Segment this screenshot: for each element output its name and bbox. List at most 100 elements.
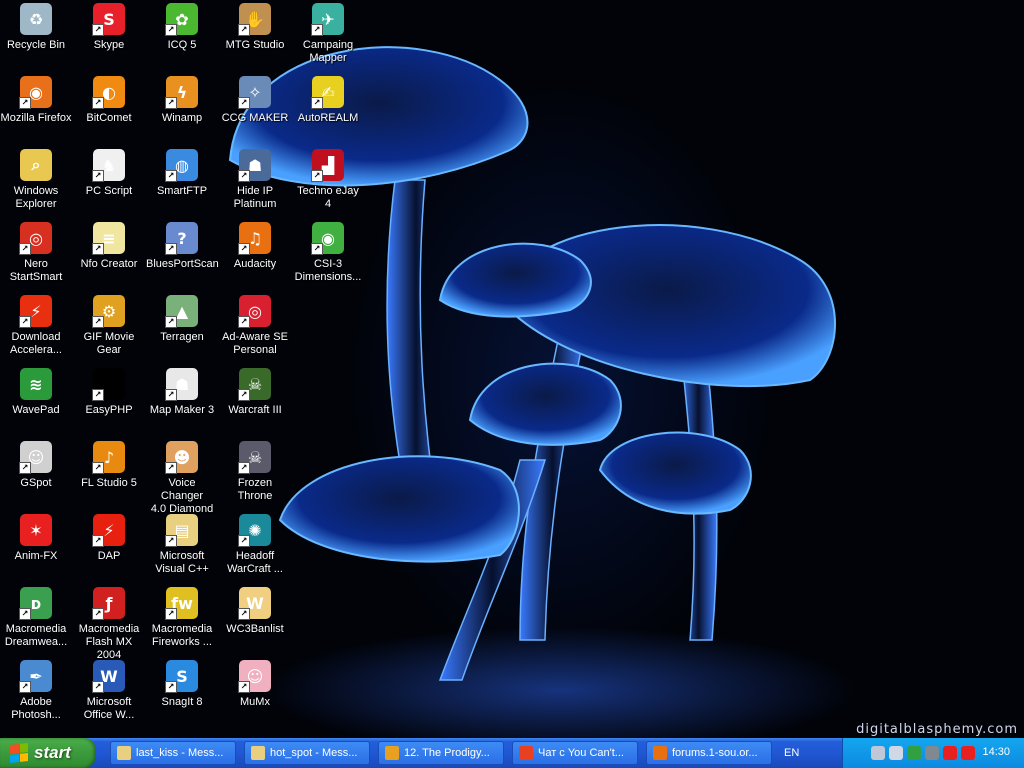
desktop-icon-microsoft-office-word[interactable]: W ↗ Microsoft Office W... <box>73 659 145 729</box>
desktop-icon-terragen[interactable]: ▲ ↗ Terragen <box>146 294 218 364</box>
recycle-bin-icon: ♻ <box>20 3 52 35</box>
taskbar-button-the-prodigy[interactable]: 12. The Prodigy... <box>378 741 504 765</box>
desktop[interactable]: ♻ Recycle Bin ◉ ↗ Mozilla Firefox ⌕ Windows Ex… <box>0 0 1024 738</box>
techno-ejay-4-glyph: ▟ <box>321 155 335 175</box>
desktop-icon-dap[interactable]: ⚡ ↗ DAP <box>73 513 145 583</box>
desktop-icon-label: CCG MAKER <box>221 112 289 124</box>
taskbar-button-last-kiss[interactable]: last_kiss - Mess... <box>110 741 236 765</box>
taskbar-button-label: hot_spot - Mess... <box>270 747 358 759</box>
desktop-icon-adobe-photoshop[interactable]: ✒ ↗ Adobe Photosh... <box>0 659 72 729</box>
desktop-icon-pc-script[interactable]: ♞ ↗ PC Script <box>73 148 145 218</box>
campaing-mapper-glyph: ✈ <box>321 9 335 29</box>
desktop-icon-mozilla-firefox[interactable]: ◉ ↗ Mozilla Firefox <box>0 75 72 145</box>
ccg-maker-glyph: ✧ <box>248 82 262 102</box>
shortcut-arrow-icon: ↗ <box>165 316 177 328</box>
desktop-icon-gif-movie-gear[interactable]: ⚙ ↗ GIF Movie Gear <box>73 294 145 364</box>
taskbar-button-forums[interactable]: forums.1-sou.or... <box>646 741 772 765</box>
desktop-icon-label: Microsoft Office W... <box>83 696 135 721</box>
desktop-icon-macromedia-dreamweaver[interactable]: ᴅ ↗ Macromedia Dreamwea... <box>0 586 72 656</box>
shortcut-arrow-icon: ↗ <box>19 243 31 255</box>
shortcut-arrow-icon: ↗ <box>92 462 104 474</box>
desktop-icon-fl-studio-5[interactable]: ♪ ↗ FL Studio 5 <box>73 440 145 510</box>
desktop-icon-label: SmartFTP <box>156 185 208 197</box>
voice-changer-icon: ☻ ↗ <box>165 441 198 474</box>
desktop-icon-recycle-bin[interactable]: ♻ Recycle Bin <box>0 2 72 72</box>
desktop-icon-label: Winamp <box>161 112 203 124</box>
shortcut-arrow-icon: ↗ <box>19 316 31 328</box>
taskbar-button-hot-spot[interactable]: hot_spot - Mess... <box>244 741 370 765</box>
windows-explorer-icon: ⌕ <box>20 149 52 181</box>
nero-startsmart-icon: ◎ ↗ <box>19 222 52 255</box>
start-button[interactable]: start <box>0 738 96 768</box>
taskbar: start last_kiss - Mess... hot_spot - Mess… <box>0 738 1024 768</box>
ccg-maker-icon: ✧ ↗ <box>238 76 271 109</box>
download-accelerator-glyph: ⚡ <box>30 301 42 321</box>
desktop-icon-wavepad[interactable]: ≋ WavePad <box>0 367 72 437</box>
desktop-icon-macromedia-flash[interactable]: ƒ ↗ Macromedia Flash MX 2004 <box>73 586 145 661</box>
desktop-icon-voice-changer[interactable]: ☻ ↗ Voice Changer 4.0 Diamond <box>146 440 218 515</box>
desktop-icon-frozen-throne[interactable]: ☠ ↗ Frozen Throne <box>219 440 291 510</box>
desktop-icon-label: BluesPortScan <box>146 258 219 270</box>
desktop-icon-audacity[interactable]: ♫ ↗ Audacity <box>219 221 291 291</box>
mumx-icon: ☺ ↗ <box>238 660 271 693</box>
icq-5-glyph: ✿ <box>175 9 189 29</box>
desktop-icon-headoff-warcraft[interactable]: ✺ ↗ Headoff WarCraft ... <box>219 513 291 583</box>
macromedia-flash-icon: ƒ ↗ <box>92 587 125 620</box>
tray-eye-icon[interactable] <box>907 746 921 760</box>
desktop-icon-nfo-creator[interactable]: ≡ ↗ Nfo Creator <box>73 221 145 291</box>
desktop-icon-easyphp[interactable]: ↗ EasyPHP <box>73 367 145 437</box>
desktop-icon-warcraft-iii[interactable]: ☠ ↗ Warcraft III <box>219 367 291 437</box>
desktop-icon-wc3banlist[interactable]: W ↗ WC3Banlist <box>219 586 291 656</box>
desktop-icon-label: Macromedia Fireworks ... <box>151 623 213 648</box>
desktop-icon-windows-explorer[interactable]: ⌕ Windows Explorer <box>0 148 72 218</box>
desktop-icon-label: Nfo Creator <box>80 258 138 270</box>
desktop-icon-ad-aware-se[interactable]: ◎ ↗ Ad-Aware SE Personal <box>219 294 291 364</box>
desktop-icon-csi-3-dimensions[interactable]: ◉ ↗ CSI-3 Dimensions... <box>292 221 364 291</box>
shortcut-arrow-icon: ↗ <box>92 243 104 255</box>
desktop-icon-techno-ejay-4[interactable]: ▟ ↗ Techno eJay 4 <box>292 148 364 218</box>
desktop-icon-nero-startsmart[interactable]: ◎ ↗ Nero StartSmart <box>0 221 72 291</box>
desktop-icon-hide-ip-platinum[interactable]: ☗ ↗ Hide IP Platinum <box>219 148 291 218</box>
mozilla-firefox-icon: ◉ ↗ <box>19 76 52 109</box>
desktop-icon-smartftp[interactable]: ◍ ↗ SmartFTP <box>146 148 218 218</box>
desktop-icon-macromedia-fireworks[interactable]: fw ↗ Macromedia Fireworks ... <box>146 586 218 656</box>
desktop-icon-winamp[interactable]: ϟ ↗ Winamp <box>146 75 218 145</box>
warcraft-iii-icon: ☠ ↗ <box>238 368 271 401</box>
clock[interactable]: 14:30 <box>982 746 1010 758</box>
desktop-icon-download-accelerator[interactable]: ⚡ ↗ Download Accelera... <box>0 294 72 364</box>
csi-3-dimensions-icon: ◉ ↗ <box>311 222 344 255</box>
desktop-icon-microsoft-visual-cpp[interactable]: ▤ ↗ Microsoft Visual C++ <box>146 513 218 583</box>
wavepad-glyph: ≋ <box>29 374 43 394</box>
desktop-icon-snagit-8[interactable]: S ↗ SnagIt 8 <box>146 659 218 729</box>
desktop-icon-autorealm[interactable]: ✍ ↗ AutoREALM <box>292 75 364 145</box>
shortcut-arrow-icon: ↗ <box>165 608 177 620</box>
tray-shield-icon[interactable] <box>871 746 885 760</box>
hot-spot-app-icon <box>251 746 265 760</box>
shortcut-arrow-icon: ↗ <box>92 316 104 328</box>
shortcut-arrow-icon: ↗ <box>238 535 250 547</box>
desktop-icon-label: SnagIt 8 <box>161 696 203 708</box>
desktop-icon-bluesportscan[interactable]: ? ↗ BluesPortScan <box>146 221 219 291</box>
desktop-icon-gspot[interactable]: ☺ ↗ GSpot <box>0 440 72 510</box>
desktop-icon-skype[interactable]: S ↗ Skype <box>73 2 145 72</box>
microsoft-office-word-icon: W ↗ <box>92 660 125 693</box>
desktop-icon-anim-fx[interactable]: ✶ Anim-FX <box>0 513 72 583</box>
desktop-icon-map-maker-3[interactable]: ☗ ↗ Map Maker 3 <box>146 367 218 437</box>
desktop-icon-mtg-studio[interactable]: ✋ ↗ MTG Studio <box>219 2 291 72</box>
tray-volume-icon[interactable] <box>925 746 939 760</box>
tray-antivirus-icon[interactable] <box>961 746 975 760</box>
windows-logo-icon <box>10 743 28 763</box>
desktop-icon-mumx[interactable]: ☺ ↗ MuMx <box>219 659 291 729</box>
download-accelerator-icon: ⚡ ↗ <box>19 295 52 328</box>
desktop-icon-ccg-maker[interactable]: ✧ ↗ CCG MAKER <box>219 75 291 145</box>
shortcut-arrow-icon: ↗ <box>165 24 177 36</box>
desktop-icon-campaing-mapper[interactable]: ✈ ↗ Campaing Mapper <box>292 2 364 72</box>
desktop-icon-icq-5[interactable]: ✿ ↗ ICQ 5 <box>146 2 218 72</box>
tray-network-icon[interactable] <box>889 746 903 760</box>
language-indicator[interactable]: EN <box>778 738 840 768</box>
desktop-icon-bitcomet[interactable]: ◐ ↗ BitComet <box>73 75 145 145</box>
tray-k-app-icon[interactable] <box>943 746 957 760</box>
desktop-icon-label: Headoff WarCraft ... <box>227 550 283 575</box>
taskbar-button-chat[interactable]: Чат с You Can't... <box>512 741 638 765</box>
shortcut-arrow-icon: ↗ <box>238 462 250 474</box>
